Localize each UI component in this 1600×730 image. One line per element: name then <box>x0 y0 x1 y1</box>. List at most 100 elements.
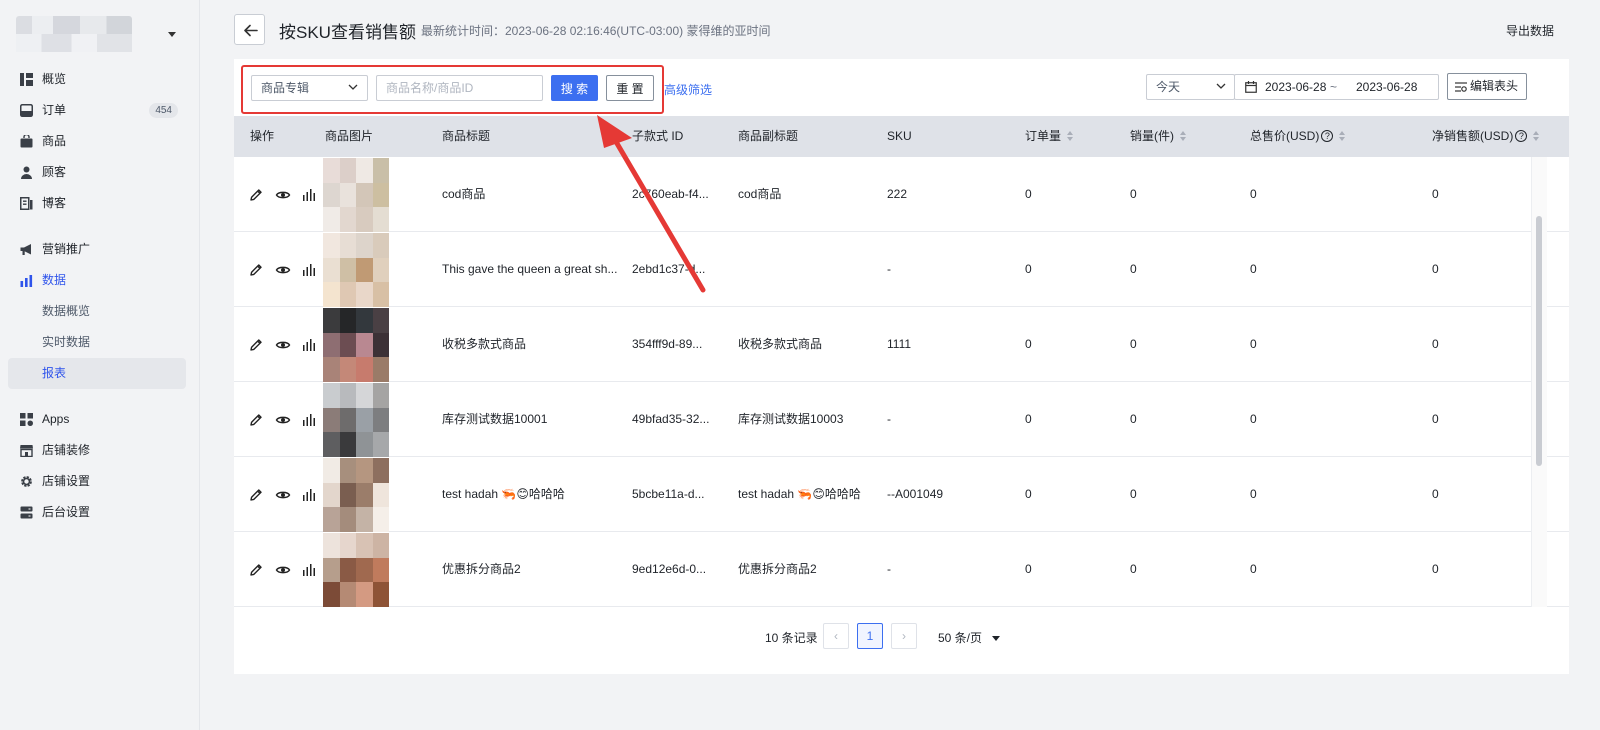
cell-orders: 0 <box>1025 487 1032 501</box>
back-button[interactable] <box>234 14 265 45</box>
product-search-input[interactable] <box>376 75 543 101</box>
edit-icon[interactable] <box>248 487 264 503</box>
prev-page-button[interactable]: ‹ <box>823 623 849 649</box>
inbox-icon <box>20 104 33 117</box>
export-data-link[interactable]: 导出数据 <box>1506 22 1554 39</box>
edit-icon[interactable] <box>248 262 264 278</box>
analytics-icon[interactable] <box>301 262 317 278</box>
page-1-button[interactable]: 1 <box>857 623 883 649</box>
cell-sales-qty: 0 <box>1130 262 1137 276</box>
sidebar-item-blog[interactable]: 博客 <box>8 188 186 219</box>
date-range-picker[interactable]: 2023-06-28 ~ 2023-06-28 <box>1234 74 1439 100</box>
sort-icon[interactable] <box>1180 130 1188 141</box>
sidebar-item-label: 订单 <box>42 103 67 117</box>
cell-variant-id: 5bcbe11a-d... <box>632 487 705 501</box>
sort-icon[interactable] <box>1533 130 1541 141</box>
view-icon[interactable] <box>275 562 291 578</box>
cell-title[interactable]: 库存测试数据10001 <box>442 382 622 457</box>
cell-sales-qty: 0 <box>1130 412 1137 426</box>
help-icon[interactable]: ? <box>1321 129 1334 142</box>
cell-subtitle: 收税多款式商品 <box>738 337 823 351</box>
next-page-button[interactable]: › <box>891 623 917 649</box>
sidebar-item-admin-settings[interactable]: 后台设置 <box>8 497 186 528</box>
row-actions <box>248 262 318 278</box>
edit-icon[interactable] <box>248 337 264 353</box>
col-total-price-label: 总售价(USD) <box>1250 129 1320 143</box>
calendar-icon <box>1245 81 1257 93</box>
sidebar-item-apps[interactable]: Apps <box>8 404 186 435</box>
sort-icon[interactable] <box>1067 130 1075 141</box>
product-image[interactable] <box>323 533 389 607</box>
view-icon[interactable] <box>275 262 291 278</box>
sidebar-nav: 概览 订单 454 商品 顾客 博客 营销推广 数据 数据概览 实时数据 报表 … <box>8 64 186 528</box>
cell-title[interactable]: 收税多款式商品 <box>442 307 622 382</box>
view-icon[interactable] <box>275 337 291 353</box>
page-size-select[interactable]: 50 条/页 <box>938 629 1001 646</box>
col-orders-label: 订单量 <box>1025 129 1062 143</box>
search-button[interactable]: 搜 索 <box>551 75 598 101</box>
period-select[interactable]: 今天 <box>1146 74 1235 100</box>
product-image[interactable] <box>323 458 389 532</box>
cell-net-sales: 0 <box>1432 187 1439 201</box>
store-switcher[interactable] <box>16 16 196 52</box>
sidebar-item-orders[interactable]: 订单 454 <box>8 95 186 126</box>
sort-icon[interactable] <box>1339 130 1347 141</box>
server-icon <box>20 506 33 519</box>
cell-variant-id: 49bfad35-32... <box>632 412 710 426</box>
product-image[interactable] <box>323 308 389 382</box>
sidebar-item-label: 数据 <box>42 273 67 287</box>
sidebar-item-reports[interactable]: 报表 <box>8 358 186 389</box>
col-sales-qty[interactable]: 销量(件) <box>1130 116 1188 157</box>
sidebar-item-marketing[interactable]: 营销推广 <box>8 234 186 265</box>
cell-sales-qty: 0 <box>1130 337 1137 351</box>
product-image[interactable] <box>323 158 389 232</box>
advanced-filter-link[interactable]: 高级筛选 <box>664 81 712 98</box>
help-icon[interactable]: ? <box>1515 129 1528 142</box>
scope-select[interactable]: 商品专辑 <box>251 75 368 101</box>
view-icon[interactable] <box>275 412 291 428</box>
pagination: 10 条记录 ‹ 1 › 50 条/页 <box>234 617 1569 657</box>
date-start[interactable]: 2023-06-28 <box>1265 75 1326 99</box>
col-net-sales[interactable]: 净销售额(USD)? <box>1432 116 1541 157</box>
cell-orders: 0 <box>1025 262 1032 276</box>
megaphone-icon <box>20 244 31 255</box>
analytics-icon[interactable] <box>301 187 317 203</box>
sidebar-item-label: 报表 <box>42 366 67 380</box>
date-end[interactable]: 2023-06-28 <box>1356 75 1417 99</box>
view-icon[interactable] <box>275 487 291 503</box>
analytics-icon[interactable] <box>301 487 317 503</box>
sidebar-item-products[interactable]: 商品 <box>8 126 186 157</box>
total-records: 10 条记录 <box>765 631 818 645</box>
cell-net-sales: 0 <box>1432 412 1439 426</box>
sidebar-item-overview[interactable]: 概览 <box>8 64 186 95</box>
product-image[interactable] <box>323 383 389 457</box>
edit-icon[interactable] <box>248 412 264 428</box>
product-image[interactable] <box>323 233 389 307</box>
row-actions <box>248 412 318 428</box>
analytics-icon[interactable] <box>301 412 317 428</box>
edit-icon[interactable] <box>248 187 264 203</box>
col-total-price[interactable]: 总售价(USD)? <box>1250 116 1347 157</box>
sidebar-item-data-overview[interactable]: 数据概览 <box>8 296 186 327</box>
cell-title[interactable]: test hadah 🦐😊哈哈哈 <box>442 457 622 532</box>
sidebar-item-customers[interactable]: 顾客 <box>8 157 186 188</box>
cell-subtitle: 优惠拆分商品2 <box>738 562 817 576</box>
analytics-icon[interactable] <box>301 562 317 578</box>
analytics-icon[interactable] <box>301 337 317 353</box>
cell-title[interactable]: 优惠拆分商品2 <box>442 532 622 607</box>
user-icon <box>21 166 32 179</box>
edit-columns-button[interactable]: 编辑表头 <box>1447 73 1527 100</box>
reset-button[interactable]: 重 置 <box>606 75 654 101</box>
col-orders[interactable]: 订单量 <box>1025 116 1075 157</box>
cell-title[interactable]: This gave the queen a great sh... <box>442 232 622 307</box>
cell-title[interactable]: cod商品 <box>442 157 622 232</box>
chevron-down-icon[interactable] <box>168 32 176 37</box>
sidebar-item-realtime-data[interactable]: 实时数据 <box>8 327 186 358</box>
edit-icon[interactable] <box>248 562 264 578</box>
sidebar-item-store-settings[interactable]: 店铺设置 <box>8 466 186 497</box>
view-icon[interactable] <box>275 187 291 203</box>
vertical-scrollbar[interactable] <box>1536 216 1542 466</box>
blog-icon <box>20 197 33 210</box>
sidebar-item-store-design[interactable]: 店铺装修 <box>8 435 186 466</box>
sidebar-item-data[interactable]: 数据 <box>8 265 186 296</box>
